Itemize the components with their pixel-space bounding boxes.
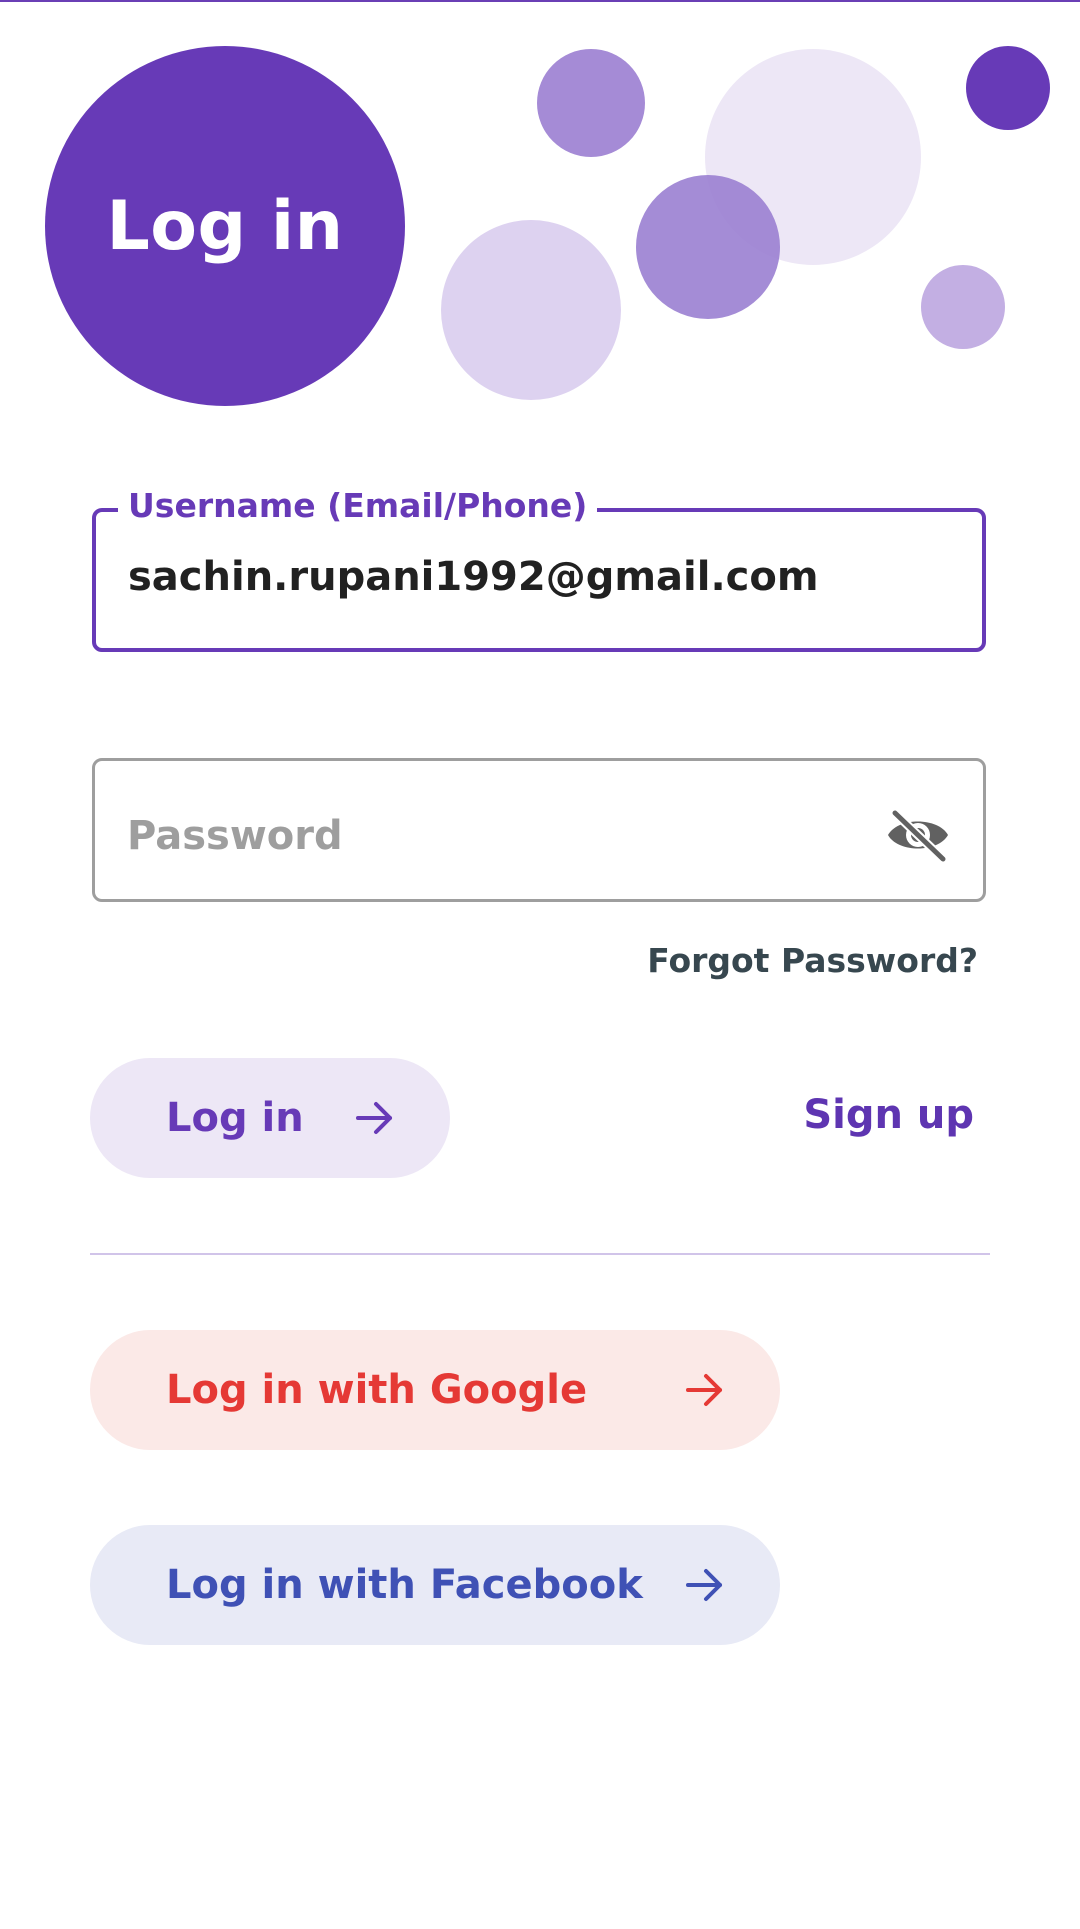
google-login-button[interactable]: Log in with Google — [90, 1330, 780, 1450]
arrow-right-icon — [686, 1569, 722, 1601]
facebook-login-label: Log in with Facebook — [166, 1562, 643, 1608]
password-placeholder[interactable]: Password — [127, 813, 343, 859]
decorative-bubble — [966, 46, 1050, 130]
decorative-bubble — [921, 265, 1005, 349]
top-accent-line — [0, 0, 1080, 2]
login-hero-circle: Log in — [45, 46, 405, 406]
forgot-password-link[interactable]: Forgot Password? — [647, 941, 978, 980]
visibility-off-icon[interactable] — [883, 805, 953, 865]
google-login-label: Log in with Google — [166, 1367, 588, 1413]
login-button[interactable]: Log in — [90, 1058, 450, 1178]
divider — [90, 1253, 990, 1255]
page-title: Log in — [106, 186, 344, 266]
arrow-right-icon — [356, 1102, 392, 1134]
username-input-value[interactable]: sachin.rupani1992@gmail.com — [128, 554, 819, 600]
username-label: Username (Email/Phone) — [118, 486, 598, 525]
decorative-bubble — [636, 175, 780, 319]
username-field[interactable]: Username (Email/Phone) sachin.rupani1992… — [92, 486, 986, 652]
signup-link[interactable]: Sign up — [803, 1092, 974, 1138]
decorative-bubble — [441, 220, 621, 400]
login-button-label: Log in — [166, 1095, 304, 1141]
decorative-bubble — [537, 49, 645, 157]
password-field[interactable]: Password — [92, 758, 986, 902]
arrow-right-icon — [686, 1374, 722, 1406]
facebook-login-button[interactable]: Log in with Facebook — [90, 1525, 780, 1645]
